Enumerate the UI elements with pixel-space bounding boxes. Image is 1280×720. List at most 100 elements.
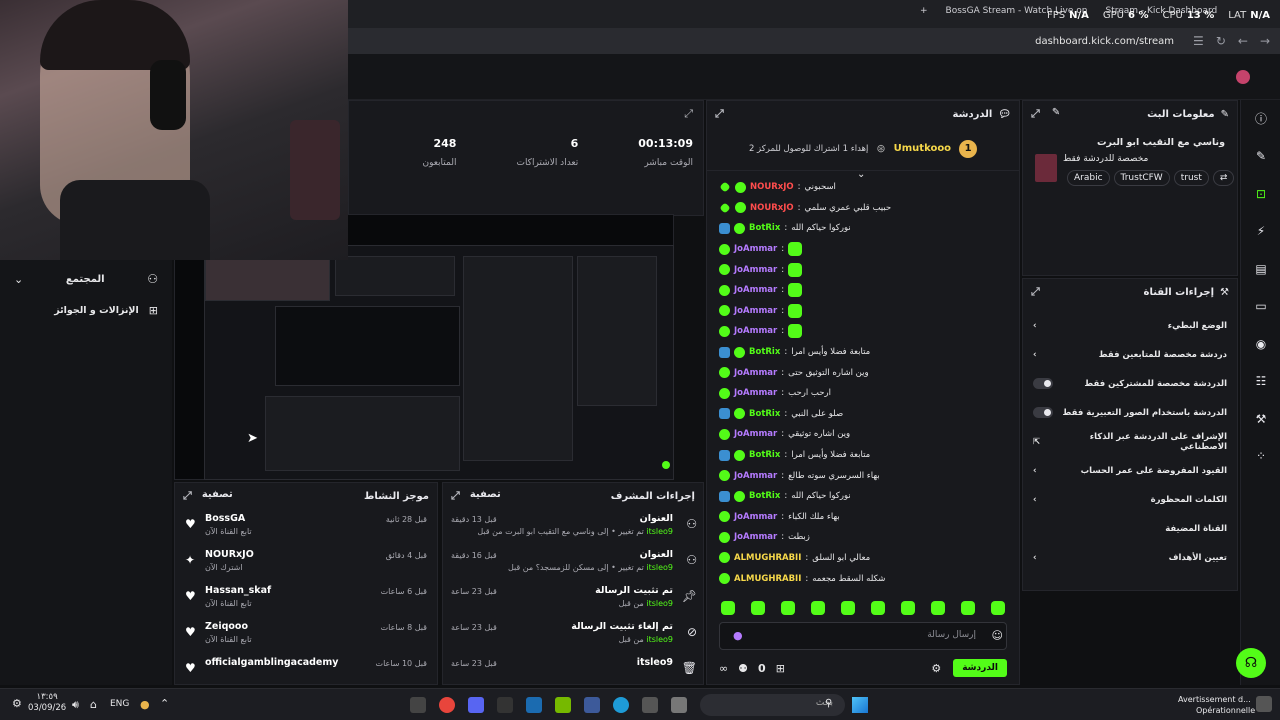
expand-icon[interactable]: ⤢	[183, 489, 192, 503]
toggle-emote-only[interactable]	[1033, 407, 1053, 418]
steam-icon[interactable]	[526, 697, 542, 713]
info-icon[interactable]: ⓘ	[1241, 100, 1280, 138]
chevron-up-icon[interactable]: ⌃	[160, 697, 169, 710]
chat-icon[interactable]: ▭	[1241, 288, 1280, 326]
tag[interactable]: trust	[1173, 170, 1209, 186]
feed-filter-button[interactable]: تصفية	[202, 489, 233, 503]
more-icon[interactable]: ⁘	[1241, 438, 1280, 476]
nvidia-icon[interactable]	[555, 697, 571, 713]
pencil-icon[interactable]: ✎	[1241, 138, 1280, 176]
action-slow-mode[interactable]: الوضع البطيء ›	[1023, 311, 1237, 340]
chat-user[interactable]: BotRix	[749, 223, 780, 233]
chat-user[interactable]: JoAmmar	[734, 244, 777, 254]
action-banned-words[interactable]: الكلمات المحظورة ›	[1023, 485, 1237, 514]
chat-user[interactable]: JoAmmar	[734, 512, 777, 522]
document-icon[interactable]: ▤	[1241, 250, 1280, 288]
volume-icon[interactable]: 🔊︎	[72, 698, 79, 712]
support-icon[interactable]: ☊	[1236, 648, 1266, 678]
chat-user[interactable]: BotRix	[749, 491, 780, 501]
chat-user[interactable]: ALMUGHRABII	[734, 553, 801, 563]
emote-icon[interactable]	[901, 601, 915, 615]
chat-user[interactable]: NOURxJO	[750, 182, 794, 192]
avatar[interactable]	[1236, 70, 1250, 84]
chat-user[interactable]: JoAmmar	[734, 388, 777, 398]
emote-icon[interactable]	[811, 601, 825, 615]
notification-icon[interactable]	[1256, 696, 1272, 712]
network-icon[interactable]: ⌂	[90, 698, 97, 711]
community-icon[interactable]: ⚇	[147, 272, 158, 286]
chat-input[interactable]: إرسال رسالة	[719, 622, 1007, 650]
expand-icon[interactable]: ⤢	[715, 107, 724, 121]
action-ai-moderation[interactable]: الإشراف على الدردشة عبر الذكاء الاصطناعي…	[1023, 427, 1237, 456]
points-icon[interactable]: ∞	[719, 662, 728, 675]
pinned-leaderboard[interactable]: 1 Umutkooo ⊛ إهداء 1 اشتراك للوصول للمرك…	[707, 127, 1019, 171]
translate-icon[interactable]: ⇄	[1212, 170, 1235, 186]
back-icon[interactable]: ←	[1238, 34, 1248, 48]
emote-icon[interactable]	[961, 601, 975, 615]
emote-icon[interactable]	[871, 601, 885, 615]
windows-icon[interactable]	[852, 697, 868, 713]
people-icon[interactable]: ⚉	[738, 662, 748, 675]
toggle-subscribers[interactable]	[1033, 378, 1053, 389]
emoji-icon[interactable]: ☺	[992, 629, 1003, 642]
pencil-icon[interactable]: ✎	[1052, 107, 1060, 121]
emote-icon[interactable]	[991, 601, 1005, 615]
new-tab-icon[interactable]: +	[920, 6, 928, 16]
app-icon[interactable]	[584, 697, 600, 713]
chevron-down-icon[interactable]: ⌄	[14, 273, 23, 286]
chat-user[interactable]: JoAmmar	[734, 471, 777, 481]
chat-user[interactable]: JoAmmar	[734, 285, 777, 295]
taskbar-search[interactable]: بحث	[700, 694, 845, 716]
discord-icon[interactable]	[468, 697, 484, 713]
mod-actor[interactable]: itsleo9	[646, 527, 673, 536]
mic-icon[interactable]: ●	[733, 629, 743, 642]
expand-icon[interactable]: ⤢	[1031, 285, 1040, 299]
epic-icon[interactable]	[497, 697, 513, 713]
emote-icon[interactable]	[721, 601, 735, 615]
mod-actor[interactable]: itsleo9	[646, 599, 673, 608]
sidebar-item-drops[interactable]: ⊞ الإنزالات و الجوائز	[0, 298, 172, 322]
chat-user[interactable]: JoAmmar	[734, 429, 777, 439]
chat-user[interactable]: NOURxJO	[750, 203, 794, 213]
forward-icon[interactable]: →	[1260, 34, 1270, 48]
mod-actor[interactable]: itsleo9	[646, 635, 673, 644]
url-field[interactable]: dashboard.kick.com/stream	[1035, 36, 1174, 47]
expand-icon[interactable]: ⤢	[1031, 107, 1040, 121]
action-followers-only[interactable]: دردشة مخصصة للمتابعين فقط ›	[1023, 340, 1237, 369]
broadcast-icon[interactable]: ◉	[1241, 325, 1280, 363]
app-icon[interactable]	[410, 697, 426, 713]
expand-icon[interactable]: ⤢	[451, 489, 460, 503]
reload-icon[interactable]: ↻	[1216, 34, 1226, 48]
emote-icon[interactable]	[751, 601, 765, 615]
tag[interactable]: TrustCFW	[1113, 170, 1170, 186]
tools-icon[interactable]: ⚒	[1241, 400, 1280, 438]
expand-icon[interactable]: ⤢	[684, 107, 693, 121]
action-goals[interactable]: تعيين الأهداف ›	[1023, 543, 1237, 572]
pinned-user[interactable]: Umutkooo	[894, 143, 951, 154]
layout-icon[interactable]: ☷	[1241, 363, 1280, 401]
emote-icon[interactable]	[781, 601, 795, 615]
chrome-icon[interactable]	[439, 697, 455, 713]
edge-icon[interactable]	[613, 697, 629, 713]
chat-user[interactable]: BotRix	[749, 450, 780, 460]
explorer-icon[interactable]	[671, 697, 687, 713]
gear-icon[interactable]	[642, 697, 658, 713]
emote-icon[interactable]	[841, 601, 855, 615]
mod-filter-button[interactable]: تصفية	[470, 489, 501, 503]
settings-icon[interactable]: ⚙	[12, 697, 22, 710]
chat-user[interactable]: BotRix	[749, 409, 780, 419]
chat-user[interactable]: JoAmmar	[734, 265, 777, 275]
chat-user[interactable]: ALMUGHRABII	[734, 574, 801, 584]
gear-icon[interactable]: ⚙	[931, 662, 941, 675]
mic-icon[interactable]: ●	[140, 698, 150, 711]
emote-icon[interactable]	[931, 601, 945, 615]
chat-user[interactable]: JoAmmar	[734, 368, 777, 378]
reader-icon[interactable]: ☰	[1193, 34, 1204, 48]
chat-user[interactable]: JoAmmar	[734, 306, 777, 316]
chat-user[interactable]: JoAmmar	[734, 326, 777, 336]
bolt-icon[interactable]: ⚡︎	[1241, 213, 1280, 251]
tag[interactable]: Arabic	[1067, 170, 1110, 186]
chat-user[interactable]: BotRix	[749, 347, 780, 357]
language-indicator[interactable]: ENG	[110, 699, 129, 709]
clip-icon[interactable]: ⊡	[1241, 175, 1280, 213]
